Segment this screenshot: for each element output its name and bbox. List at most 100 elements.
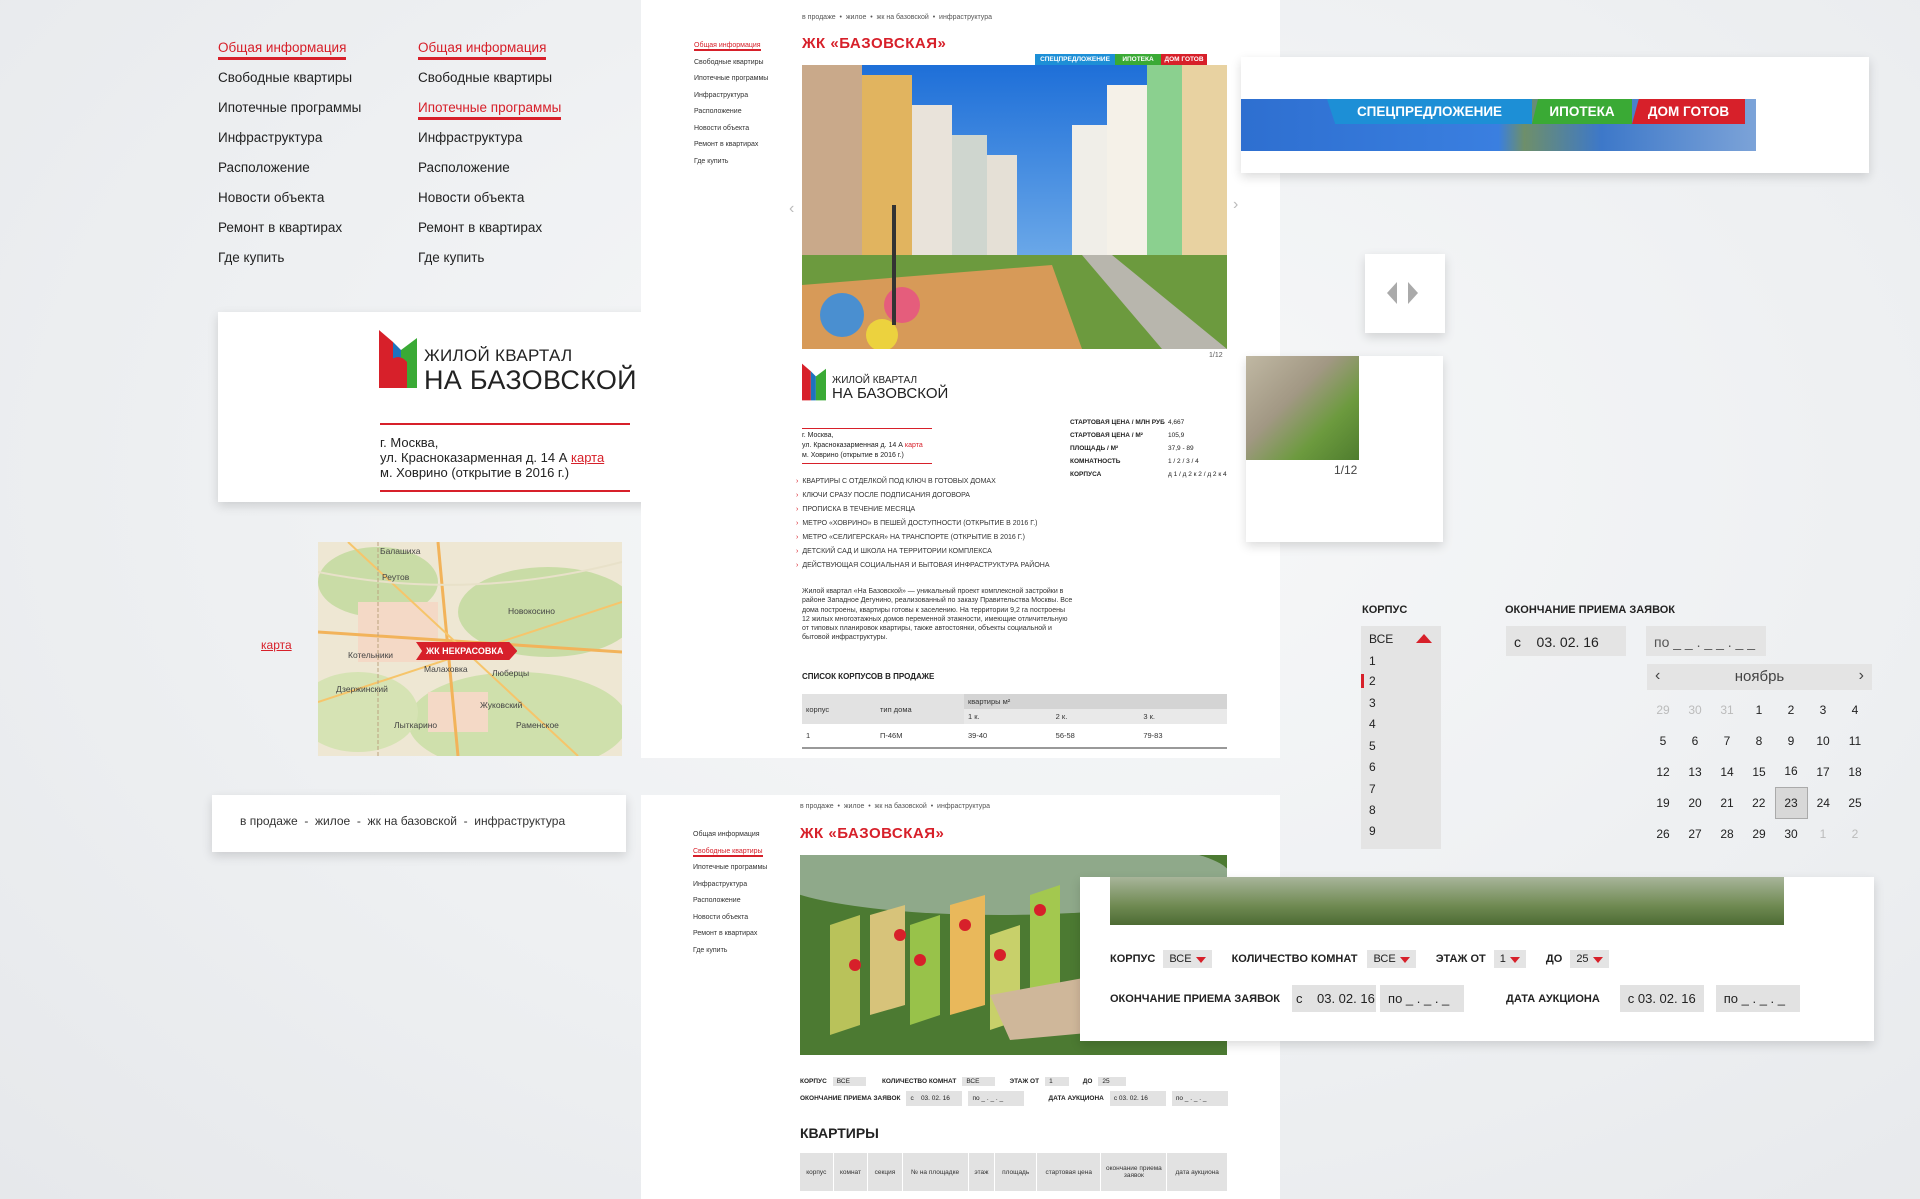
nav-item-repair[interactable]: Ремонт в квартирах (418, 220, 561, 250)
calendar-day[interactable]: 20 (1679, 787, 1711, 818)
deadline-from-field[interactable]: с 03. 02. 16 (1292, 985, 1377, 1012)
sidebar-item-location[interactable]: Расположение (693, 897, 767, 914)
nav-item-buy[interactable]: Где купить (218, 250, 361, 280)
badge-special[interactable]: СПЕЦПРЕДЛОЖЕНИЕ (1035, 54, 1115, 65)
sidebar-item-mortgage[interactable]: Ипотечные программы (694, 75, 768, 92)
nav-item-location[interactable]: Расположение (418, 160, 561, 190)
calendar-day[interactable]: 29 (1647, 694, 1679, 725)
col-header[interactable]: корпус (800, 1153, 834, 1191)
sidebar-item-repair[interactable]: Ремонт в квартирах (693, 930, 767, 947)
korpus-select[interactable]: ВСЕ (1163, 950, 1212, 968)
prev-arrow-icon[interactable] (1387, 282, 1397, 304)
col-header[interactable]: секция (867, 1153, 903, 1191)
badge-ready[interactable]: ДОМ ГОТОВ (1161, 54, 1207, 65)
calendar-day[interactable]: 15 (1743, 756, 1775, 787)
sidebar-item-infra[interactable]: Инфраструктура (693, 881, 767, 898)
small-rooms-select[interactable]: ВСЕ (962, 1077, 996, 1086)
calendar-day[interactable]: 22 (1743, 787, 1775, 818)
col-header[interactable]: комнат (833, 1153, 869, 1191)
nav-item-news[interactable]: Новости объекта (418, 190, 561, 220)
col-header[interactable]: дата аукциона (1167, 1153, 1227, 1191)
calendar-day[interactable]: 9 (1775, 725, 1807, 756)
calendar-day[interactable]: 24 (1807, 787, 1839, 818)
nav-item-general[interactable]: Общая информация (218, 40, 361, 70)
col-header[interactable]: № на площадке (902, 1153, 969, 1191)
calendar-day[interactable]: 30 (1679, 694, 1711, 725)
col-header[interactable]: этаж (968, 1153, 996, 1191)
gallery-photo[interactable] (802, 65, 1227, 349)
small-auction-to[interactable]: по _ . _ . _ (1171, 1091, 1228, 1106)
floor-to-select[interactable]: 25 (1570, 950, 1609, 968)
calendar-day[interactable]: 2 (1775, 694, 1807, 725)
col-header[interactable]: окончание приема заявок (1100, 1153, 1168, 1191)
calendar-day[interactable]: 31 (1711, 694, 1743, 725)
calendar-day[interactable]: 13 (1679, 756, 1711, 787)
calendar-day[interactable]: 6 (1679, 725, 1711, 756)
breadcrumb-small[interactable]: в продаже • жилое • жк на базовской • ин… (802, 14, 992, 21)
sidebar-item-infra[interactable]: Инфраструктура (694, 92, 768, 109)
small-korpus-select[interactable]: ВСЕ (832, 1077, 866, 1086)
calendar-day[interactable]: 14 (1711, 756, 1743, 787)
auction-to-field[interactable]: по _ . _ . _ (1715, 985, 1800, 1012)
korpus-option[interactable]: 4 (1369, 717, 1376, 731)
col-header[interactable]: площадь (994, 1153, 1038, 1191)
sidebar-item-location[interactable]: Расположение (694, 108, 768, 125)
breadcrumb-small[interactable]: в продаже • жилое • жк на базовской • ин… (800, 803, 990, 810)
nav-item-buy[interactable]: Где купить (418, 250, 561, 280)
small-deadline-from[interactable]: с 03. 02. 16 (906, 1091, 963, 1106)
map-link[interactable]: карта (261, 638, 292, 652)
calendar-day[interactable]: 12 (1647, 756, 1679, 787)
sidebar-item-free[interactable]: Свободные квартиры (694, 59, 768, 76)
calendar-day-selected[interactable]: 23 (1774, 786, 1808, 819)
calendar-day[interactable]: 19 (1647, 787, 1679, 818)
small-floor-to-select[interactable]: 25 (1098, 1077, 1126, 1086)
nav-item-general[interactable]: Общая информация (418, 40, 561, 70)
korpus-option[interactable]: 9 (1369, 824, 1376, 838)
calendar-day[interactable]: 26 (1647, 818, 1679, 849)
rooms-select[interactable]: ВСЕ (1367, 950, 1416, 968)
calendar-day[interactable]: 1 (1743, 694, 1775, 725)
korpus-option[interactable]: 7 (1369, 782, 1376, 796)
promo-special[interactable]: СПЕЦПРЕДЛОЖЕНИЕ (1327, 99, 1532, 124)
badge-mortgage[interactable]: ИПОТЕКА (1115, 54, 1161, 65)
promo-ready[interactable]: ДОМ ГОТОВ (1632, 99, 1745, 124)
small-auction-from[interactable]: с 03. 02. 16 (1109, 1091, 1166, 1106)
calendar-day[interactable]: 1 (1807, 818, 1839, 849)
calendar-day[interactable]: 5 (1647, 725, 1679, 756)
table-row[interactable]: 1 П-46М 39-40 56-58 79-83 (802, 724, 1227, 748)
deadline-from-input[interactable]: с 03. 02. 16 (1506, 626, 1626, 656)
next-arrow-icon[interactable] (1408, 282, 1418, 304)
calendar-day[interactable]: 27 (1679, 818, 1711, 849)
map-marker[interactable]: ЖК НЕКРАСОВКА (416, 642, 518, 660)
nav-item-infra[interactable]: Инфраструктура (418, 130, 561, 160)
calendar-day[interactable]: 25 (1839, 787, 1871, 818)
nav-item-mortgage[interactable]: Ипотечные программы (418, 100, 562, 130)
calendar-day[interactable]: 30 (1775, 818, 1807, 849)
nav-item-free[interactable]: Свободные квартиры (418, 70, 561, 100)
calendar-day[interactable]: 10 (1807, 725, 1839, 756)
sidebar-item-general[interactable]: Общая информация (693, 831, 767, 848)
deadline-to-input[interactable]: по _ _ . _ _ . _ _ (1646, 626, 1766, 656)
calendar-day[interactable]: 11 (1839, 725, 1871, 756)
korpus-dropdown[interactable]: ВСЕ 1 2 3 4 5 6 7 8 9 (1361, 626, 1441, 849)
calendar-day[interactable]: 17 (1807, 756, 1839, 787)
nav-item-news[interactable]: Новости объекта (218, 190, 361, 220)
chevron-up-icon[interactable] (1416, 634, 1432, 643)
sidebar-item-buy[interactable]: Где купить (693, 947, 767, 964)
small-deadline-to[interactable]: по _ . _ . _ (968, 1091, 1025, 1106)
sidebar-item-repair[interactable]: Ремонт в квартирах (694, 141, 768, 158)
calendar-day[interactable]: 18 (1839, 756, 1871, 787)
korpus-option[interactable]: 6 (1369, 760, 1376, 774)
calendar-day[interactable]: 8 (1743, 725, 1775, 756)
nav-item-free[interactable]: Свободные квартиры (218, 70, 361, 100)
map-widget[interactable]: Балашиха Реутов Новокосино Котельники Ма… (318, 542, 622, 756)
korpus-option-all[interactable]: ВСЕ (1369, 632, 1393, 646)
calendar-next-icon[interactable]: › (1859, 667, 1864, 685)
auction-from-field[interactable]: с 03. 02. 16 (1619, 985, 1704, 1012)
address-map-link[interactable]: карта (571, 450, 604, 465)
calendar-day[interactable]: 3 (1807, 694, 1839, 725)
calendar-day[interactable]: 4 (1839, 694, 1871, 725)
small-floor-from-select[interactable]: 1 (1045, 1077, 1069, 1086)
floor-from-select[interactable]: 1 (1493, 950, 1526, 968)
calendar-day[interactable]: 28 (1711, 818, 1743, 849)
